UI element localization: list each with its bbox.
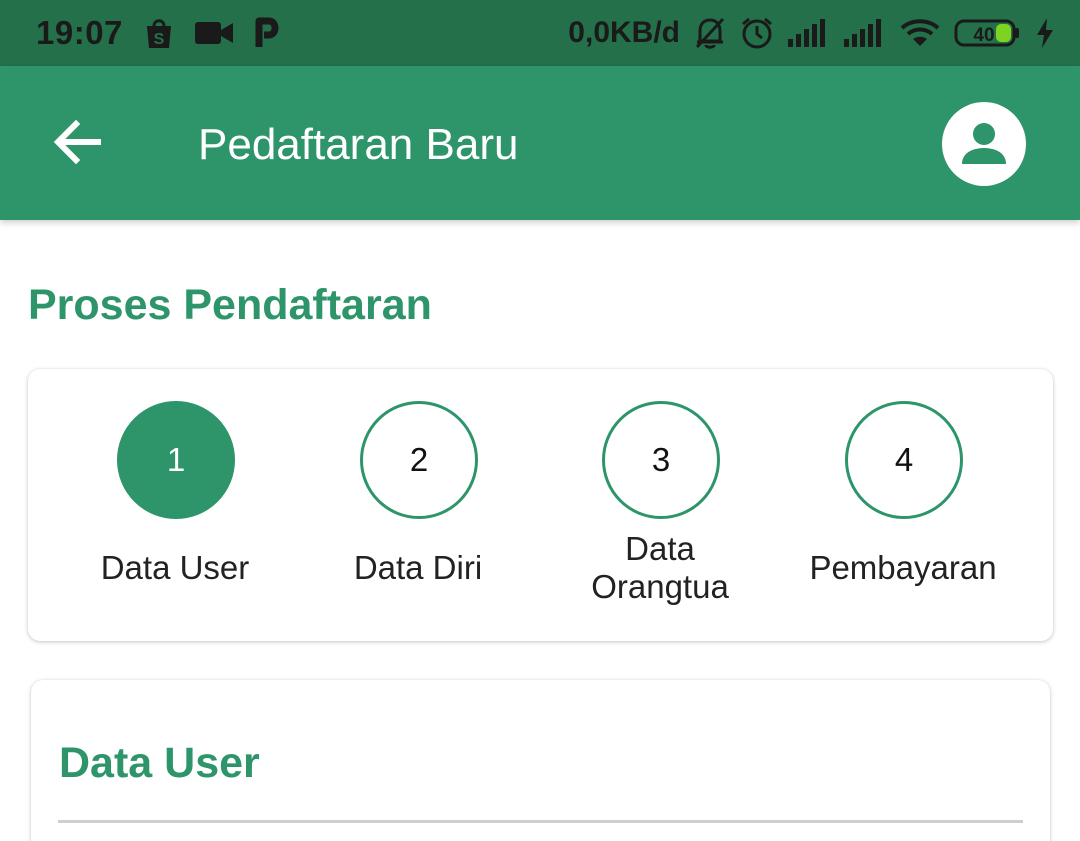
step-label: Pembayaran (809, 549, 997, 586)
steps-card: 1 Data User 2 Data Diri 3 Data Orangtua … (28, 369, 1053, 641)
step-circle: 4 (845, 401, 963, 519)
status-time: 19:07 (36, 14, 123, 51)
back-button[interactable] (50, 114, 106, 170)
status-bar: 19:07 S 0,0KB/d 40 (0, 0, 1080, 66)
battery-level: 40 (973, 25, 994, 46)
form-card-title: Data User (59, 739, 260, 787)
form-card: Data User (31, 680, 1050, 841)
step-label: Data Diri (353, 549, 483, 586)
divider (58, 820, 1023, 823)
account-icon (962, 123, 1006, 164)
svg-text:S: S (154, 31, 165, 48)
section-title: Proses Pendaftaran (28, 281, 432, 329)
battery-icon: 40 (954, 18, 1022, 48)
charging-icon (1036, 18, 1054, 48)
step-2[interactable]: 2 Data Diri (303, 369, 533, 641)
arrow-left-icon (53, 119, 101, 165)
step-circle: 3 (602, 401, 720, 519)
notification-off-icon (694, 16, 726, 50)
step-circle: 2 (360, 401, 478, 519)
step-4[interactable]: 4 Pembayaran (788, 369, 1018, 641)
wifi-icon (900, 18, 940, 48)
step-3[interactable]: 3 Data Orangtua (545, 369, 775, 641)
step-label: Data User (100, 549, 250, 586)
parking-icon (255, 17, 281, 49)
video-camera-icon (194, 20, 233, 46)
step-1[interactable]: 1 Data User (60, 369, 290, 641)
shopee-icon: S (145, 17, 173, 49)
network-speed: 0,0KB/d (568, 16, 680, 49)
step-label-line: Data (625, 530, 695, 567)
step-label-line: Orangtua (591, 568, 729, 605)
page-title: Pedaftaran Baru (198, 120, 519, 169)
alarm-icon (740, 16, 774, 50)
profile-button[interactable] (942, 102, 1026, 186)
app-bar: Pedaftaran Baru (0, 66, 1080, 220)
signal-icon (844, 19, 886, 47)
signal-icon (788, 19, 830, 47)
step-label: Data Orangtua (545, 530, 775, 606)
step-circle-active: 1 (117, 401, 235, 519)
